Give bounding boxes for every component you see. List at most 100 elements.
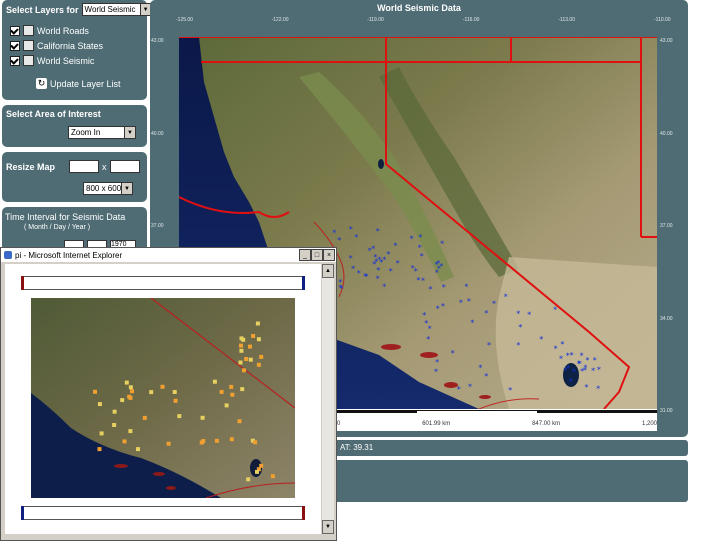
- popup-seismic-marker: [224, 403, 229, 408]
- minimize-button[interactable]: _: [299, 249, 311, 261]
- popup-title: pi - Microsoft Internet Explorer: [15, 250, 123, 260]
- popup-seismic-marker: [259, 463, 264, 468]
- popup-seismic-marker: [130, 389, 134, 394]
- maximize-button[interactable]: □: [311, 249, 323, 261]
- y-tick-right-4: 31.00: [660, 408, 673, 414]
- popup-map[interactable]: [31, 298, 295, 498]
- seismic-marker: *: [435, 358, 439, 367]
- resize-panel: Resize Map x 800 x 600 ▼: [2, 152, 147, 202]
- checkbox-california-states[interactable]: [10, 40, 20, 51]
- seismic-marker: *: [377, 256, 381, 265]
- x-tick-2: -119.00: [367, 17, 384, 23]
- seismic-marker: *: [418, 243, 422, 252]
- popup-titlebar[interactable]: pi - Microsoft Internet Explorer _ □ ×: [1, 248, 336, 262]
- seismic-marker: *: [436, 305, 440, 314]
- scale-track-white: [417, 410, 537, 414]
- popup-seismic-marker: [239, 348, 244, 353]
- scroll-down-button[interactable]: ▼: [322, 520, 334, 534]
- popup-seismic-marker: [255, 469, 259, 474]
- popup-seismic-marker: [199, 440, 204, 445]
- seismic-marker: *: [583, 363, 587, 372]
- popup-window[interactable]: pi - Microsoft Internet Explorer _ □ × ▲…: [0, 247, 337, 541]
- seismic-marker: *: [570, 351, 574, 360]
- seismic-marker: *: [426, 335, 430, 344]
- popup-map-canvas: [31, 298, 295, 498]
- popup-seismic-marker: [255, 321, 260, 326]
- popup-seismic-marker: [99, 431, 104, 436]
- x-tick-0: -125.00: [176, 17, 193, 23]
- seismic-marker: *: [376, 275, 380, 284]
- resize-title: Resize Map: [6, 161, 56, 172]
- popup-seismic-marker: [212, 379, 217, 384]
- scroll-up-button[interactable]: ▲: [322, 264, 334, 278]
- popup-seismic-marker: [259, 354, 264, 359]
- width-input[interactable]: [69, 160, 100, 173]
- seismic-marker: *: [365, 272, 369, 281]
- seismic-marker: *: [349, 225, 353, 234]
- close-button[interactable]: ×: [323, 249, 335, 261]
- popup-seismic-marker: [244, 357, 249, 361]
- seismic-marker: *: [357, 269, 361, 278]
- seismic-marker: *: [351, 265, 355, 274]
- popup-seismic-marker: [200, 415, 205, 420]
- seismic-marker: *: [451, 349, 455, 358]
- seismic-marker: *: [393, 242, 397, 251]
- seismic-marker: *: [559, 355, 563, 364]
- seismic-marker: *: [539, 335, 543, 344]
- y-tick-right-3: 34.00: [660, 315, 673, 322]
- seismic-marker: *: [434, 367, 438, 376]
- y-tick-right-0: 43.00: [660, 38, 673, 44]
- popup-seismic-marker: [128, 395, 133, 400]
- checkbox-world-seismic[interactable]: [10, 55, 20, 66]
- popup-seismic-marker: [270, 474, 275, 479]
- height-input[interactable]: [109, 160, 140, 173]
- seismic-marker: *: [376, 227, 380, 236]
- time-subtitle: ( Month / Day / Year ): [24, 224, 91, 231]
- update-layer-button[interactable]: ↻ Update Layer List: [36, 78, 121, 89]
- popup-scrollbar[interactable]: ▲ ▼: [322, 264, 334, 534]
- scale-bar: 0 601.99 km 847.00 km 1,200: [337, 409, 657, 431]
- scale-label-2: 847.00 km: [532, 421, 561, 427]
- popup-seismic-marker: [122, 439, 127, 444]
- popup-seismic-marker: [256, 337, 261, 342]
- scale-label-1: 601.99 km: [422, 421, 451, 427]
- seismic-marker: *: [416, 276, 420, 285]
- marker-red-bottom-right: [302, 506, 305, 520]
- y-tick-left-1: 40.00: [151, 130, 164, 137]
- checkbox-world-roads[interactable]: [10, 25, 20, 36]
- seismic-marker: *: [470, 319, 474, 328]
- status-text: AT: 39.31: [340, 443, 374, 452]
- seismic-marker: *: [410, 235, 414, 244]
- popup-seismic-marker: [120, 398, 125, 403]
- popup-seismic-marker: [160, 384, 165, 389]
- popup-top-bar: [21, 276, 305, 290]
- popup-seismic-marker: [93, 389, 97, 394]
- layer-icon: [23, 25, 34, 36]
- scale-label-0: 0: [337, 421, 341, 427]
- seismic-marker: *: [467, 297, 471, 306]
- popup-seismic-marker: [97, 447, 102, 452]
- seismic-marker: *: [596, 384, 600, 393]
- popup-seismic-marker: [142, 415, 147, 420]
- seismic-marker: *: [414, 267, 418, 276]
- popup-seismic-marker: [149, 390, 154, 395]
- seismic-marker: *: [492, 299, 496, 308]
- x-tick-4: -113.00: [558, 17, 575, 23]
- seismic-marker: *: [504, 293, 508, 302]
- seismic-marker: *: [516, 310, 520, 319]
- seismic-marker: *: [420, 252, 424, 261]
- map-title: World Seismic Data: [377, 3, 461, 13]
- size-select[interactable]: 800 x 600 ▼: [83, 182, 133, 195]
- seismic-marker: *: [560, 340, 564, 349]
- layers-title: Select Layers for: [6, 4, 79, 15]
- seismic-marker: *: [396, 259, 400, 268]
- popup-seismic-marker: [246, 477, 251, 482]
- popup-seismic-marker: [248, 344, 252, 349]
- zoom-select[interactable]: Zoom In ▼: [68, 126, 136, 139]
- seismic-marker: *: [572, 368, 576, 377]
- popup-seismic-marker: [253, 440, 258, 445]
- layer-select[interactable]: World Seismic ▼: [81, 3, 152, 16]
- seismic-marker: *: [441, 302, 445, 311]
- popup-seismic-marker: [230, 392, 235, 397]
- seismic-marker: *: [389, 267, 393, 276]
